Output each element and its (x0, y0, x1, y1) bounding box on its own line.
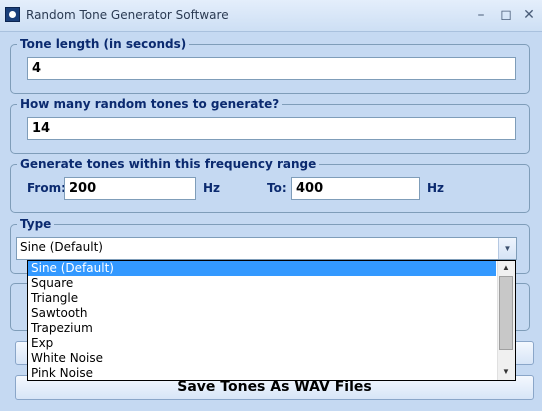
scroll-up-icon[interactable]: ▲ (498, 261, 514, 275)
close-icon[interactable]: ✕ (520, 6, 538, 24)
option-trapezium[interactable]: Trapezium (28, 321, 496, 336)
from-frequency-input[interactable]: 200 (64, 177, 196, 200)
to-label: To: (267, 181, 287, 195)
option-white-noise[interactable]: White Noise (28, 351, 496, 366)
from-label: From: (27, 181, 66, 195)
maximize-icon[interactable]: ◻ (497, 6, 515, 24)
to-unit-label: Hz (427, 181, 445, 195)
scrollbar-thumb[interactable] (499, 276, 513, 350)
chevron-down-icon[interactable]: ▼ (498, 238, 516, 259)
from-unit-label: Hz (203, 181, 221, 195)
tone-count-input[interactable]: 14 (27, 117, 516, 140)
option-exp[interactable]: Exp (28, 336, 496, 351)
to-frequency-input[interactable]: 400 (291, 177, 420, 200)
option-pink-noise[interactable]: Pink Noise (28, 366, 496, 380)
option-sine[interactable]: Sine (Default) (28, 261, 496, 276)
option-sawtooth[interactable]: Sawtooth (28, 306, 496, 321)
tone-count-label: How many random tones to generate? (17, 97, 283, 111)
title-bar: Random Tone Generator Software – ◻ ✕ (0, 0, 542, 32)
frequency-label: Generate tones within this frequency ran… (17, 157, 320, 171)
list-scrollbar[interactable]: ▲ ▼ (497, 261, 515, 380)
window-title: Random Tone Generator Software (26, 8, 229, 22)
type-dropdown[interactable]: Sine (Default) ▼ (16, 237, 517, 260)
option-square[interactable]: Square (28, 276, 496, 291)
type-label: Type (17, 217, 55, 231)
type-options-list[interactable]: Sine (Default) Square Triangle Sawtooth … (27, 260, 516, 381)
scroll-down-icon[interactable]: ▼ (498, 365, 514, 379)
type-selected-value: Sine (Default) (20, 240, 103, 254)
tone-generator-icon (5, 7, 20, 22)
option-triangle[interactable]: Triangle (28, 291, 496, 306)
minimize-icon[interactable]: – (472, 6, 490, 24)
tone-length-input[interactable]: 4 (27, 57, 516, 80)
tone-length-label: Tone length (in seconds) (17, 37, 190, 51)
